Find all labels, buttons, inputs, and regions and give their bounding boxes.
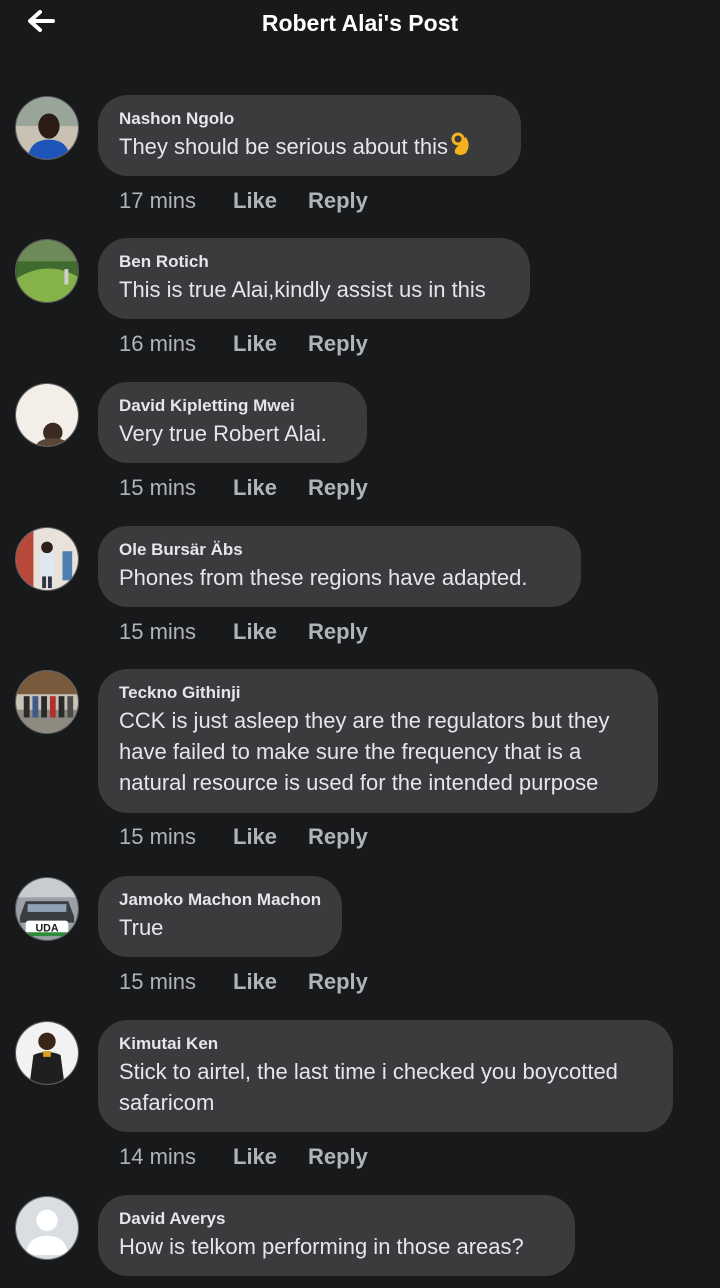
comment-time: 15 mins <box>119 969 197 994</box>
comment-author[interactable]: David Kipletting Mwei <box>119 395 345 417</box>
comment-bubble[interactable]: Ben Rotich This is true Alai,kindly assi… <box>98 238 530 319</box>
reply-button[interactable]: Reply <box>308 331 368 357</box>
comment-text: They should be serious about this <box>119 131 499 165</box>
comment-bubble[interactable]: Nashon Ngolo They should be serious abou… <box>98 95 521 176</box>
avatar[interactable] <box>15 527 79 591</box>
comment-meta: 14 mins Like Reply <box>119 1144 368 1170</box>
comment-bubble[interactable]: Jamoko Machon Machon True <box>98 876 342 957</box>
avatar[interactable]: UDA <box>15 877 79 941</box>
reply-button[interactable]: Reply <box>308 824 368 850</box>
comment-text: How is telkom performing in those areas? <box>119 1234 524 1259</box>
comment-bubble[interactable]: David Kipletting Mwei Very true Robert A… <box>98 382 367 463</box>
comment-text: CCK is just asleep they are the regulato… <box>119 708 610 795</box>
like-button[interactable]: Like <box>233 331 308 357</box>
reply-button[interactable]: Reply <box>308 969 368 995</box>
reply-button[interactable]: Reply <box>308 619 368 645</box>
like-button[interactable]: Like <box>233 475 308 501</box>
avatar[interactable] <box>15 1196 79 1260</box>
comment-author[interactable]: Kimutai Ken <box>119 1033 651 1055</box>
like-button[interactable]: Like <box>233 619 308 645</box>
comment-time: 17 mins <box>119 188 197 213</box>
page-title: Robert Alai's Post <box>261 10 459 36</box>
avatar[interactable] <box>15 1021 79 1085</box>
like-button[interactable]: Like <box>233 1144 308 1170</box>
like-button[interactable]: Like <box>233 969 308 995</box>
comment-author[interactable]: Ole Bursär Äbs <box>119 539 559 561</box>
comment-bubble[interactable]: Ole Bursär Äbs Phones from these regions… <box>98 526 581 607</box>
comment-text: Stick to airtel, the last time i checked… <box>119 1059 618 1115</box>
comment-author[interactable]: Teckno Githinji <box>119 682 636 704</box>
comment-meta: 15 mins Like Reply <box>119 824 368 850</box>
like-button[interactable]: Like <box>233 824 308 850</box>
default-profile-icon <box>16 1197 78 1259</box>
reply-button[interactable]: Reply <box>308 1144 368 1170</box>
comment-bubble[interactable]: David Averys How is telkom performing in… <box>98 1195 575 1276</box>
comment-text-content: They should be serious about this <box>119 134 448 159</box>
comment-meta: 15 mins Like Reply <box>119 619 368 645</box>
comment-time: 15 mins <box>119 824 197 849</box>
ok-hand-emoji-icon <box>450 131 472 165</box>
comment-text: Phones from these regions have adapted. <box>119 565 528 590</box>
avatar[interactable] <box>15 239 79 303</box>
comment-meta: 16 mins Like Reply <box>119 331 368 357</box>
avatar[interactable] <box>15 383 79 447</box>
like-button[interactable]: Like <box>233 188 308 214</box>
comment-author[interactable]: Nashon Ngolo <box>119 108 499 130</box>
avatar[interactable] <box>15 670 79 734</box>
comment-time: 15 mins <box>119 475 197 500</box>
comment-text: Very true Robert Alai. <box>119 421 327 446</box>
comment-text: This is true Alai,kindly assist us in th… <box>119 277 486 302</box>
avatar-uda-text: UDA <box>35 922 58 934</box>
comment-author[interactable]: Ben Rotich <box>119 251 508 273</box>
comment-time: 14 mins <box>119 1144 197 1169</box>
comment-text: True <box>119 915 164 940</box>
avatar[interactable] <box>15 96 79 160</box>
top-bar: Robert Alai's Post <box>0 0 720 62</box>
comment-meta: 15 mins Like Reply <box>119 475 368 501</box>
comment-bubble[interactable]: Teckno Githinji CCK is just asleep they … <box>98 669 658 813</box>
comment-meta: 15 mins Like Reply <box>119 969 368 995</box>
comment-author[interactable]: David Averys <box>119 1208 553 1230</box>
reply-button[interactable]: Reply <box>308 475 368 501</box>
comment-time: 15 mins <box>119 619 197 644</box>
comment-author[interactable]: Jamoko Machon Machon <box>119 889 321 911</box>
reply-button[interactable]: Reply <box>308 188 368 214</box>
comment-meta: 17 mins Like Reply <box>119 188 368 214</box>
comment-bubble[interactable]: Kimutai Ken Stick to airtel, the last ti… <box>98 1020 673 1132</box>
comment-time: 16 mins <box>119 331 197 356</box>
